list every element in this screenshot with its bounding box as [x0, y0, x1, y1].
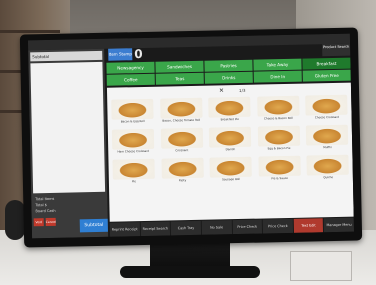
product-item[interactable]: Bacon, Cheese Tomato Roll [158, 97, 204, 127]
category-take-away[interactable]: Take Away [253, 58, 302, 71]
toolbar-button[interactable]: Cash Tray [171, 220, 201, 236]
category-breakfast[interactable]: Breakfast [302, 57, 351, 70]
product-label: Bacon & Egg Roll [120, 118, 145, 124]
category-pastries[interactable]: Pastries [204, 59, 253, 72]
product-photo [208, 96, 251, 118]
category-sandwiches[interactable]: Sandwiches [155, 60, 204, 73]
product-photo [111, 128, 155, 150]
product-label: Sausage Roll [222, 176, 241, 182]
product-label: Danish [225, 147, 236, 152]
cancel-button[interactable]: Cancel [45, 217, 56, 227]
product-label: Croissant [175, 148, 189, 153]
product-item[interactable]: Cheese & Bacon Roll [255, 95, 301, 125]
subtotal-button[interactable]: Subtotal [79, 218, 108, 233]
product-photo [306, 154, 350, 176]
void-button[interactable]: Void [33, 218, 44, 227]
toolbar-button[interactable]: Reprint Receipt [109, 222, 140, 237]
toolbar-button[interactable]: Receipt Search [140, 221, 171, 237]
product-photo [161, 157, 204, 179]
status-bar [27, 33, 351, 51]
product-item[interactable]: Cheese Croissant [304, 94, 350, 124]
product-photo [160, 127, 203, 149]
photo-scene: Subtotal Total Items Total $ Board Cash … [0, 0, 376, 285]
product-photo [111, 98, 154, 120]
product-photo [208, 126, 252, 148]
product-label: Egg & Bacon Pie [267, 145, 291, 151]
product-label: Pasty [178, 178, 187, 183]
product-items: Bacon & Egg Roll Bacon, Cheese Tomato Rol… [109, 94, 351, 188]
product-photo [209, 156, 253, 178]
product-label: Pie & Sauce [271, 175, 289, 181]
category-grid: Newsagency Sandwiches Pastries Take Away… [106, 57, 351, 86]
product-photo [258, 155, 301, 177]
page-indicator: 1/3 [238, 87, 246, 93]
product-item[interactable]: Pie [110, 158, 156, 188]
product-item[interactable]: Egg & Bacon Pie [256, 125, 302, 155]
product-grid: ✕ 1/3 Bacon & Egg Roll Bacon, Cheese Toma… [106, 82, 354, 222]
category-gluten-free[interactable]: Gluten Free [302, 69, 351, 82]
product-item[interactable]: Bacon & Egg Roll [109, 98, 155, 128]
category-teas[interactable]: Teas [155, 72, 204, 85]
pos-screen: Subtotal Total Items Total $ Board Cash … [27, 33, 355, 239]
product-item[interactable]: Croissant [158, 127, 204, 157]
product-item[interactable]: Quiche [305, 154, 351, 184]
item-stamp-button[interactable]: Item Stamp [108, 48, 133, 61]
product-item[interactable]: Sausage Roll [208, 156, 254, 186]
product-label: Bacon, Cheese Tomato Roll [162, 117, 201, 123]
toolbar-button[interactable]: Text Edit [293, 218, 324, 233]
board-cash-label: Board Cash [35, 208, 56, 214]
card-reader [5, 200, 25, 240]
order-totals: Total Items Total $ Board Cash [33, 195, 105, 217]
category-dine-in[interactable]: Dine In [253, 70, 302, 83]
order-header: Subtotal [30, 50, 103, 62]
product-label: Quiche [323, 175, 334, 180]
category-newsagency[interactable]: Newsagency [106, 61, 155, 74]
pos-monitor: Subtotal Total Items Total $ Board Cash … [19, 27, 363, 248]
product-label: Pie [131, 179, 137, 184]
product-item[interactable]: Danish [207, 126, 253, 156]
product-search-button[interactable]: Product Search [322, 43, 351, 57]
product-item[interactable]: Pasty [159, 157, 205, 187]
toolbar-button[interactable]: Price Check [262, 218, 293, 234]
product-label: Breakfast Pie [220, 116, 240, 122]
product-item[interactable]: Ham Cheese Croissant [110, 128, 156, 158]
order-panel: Subtotal Total Items Total $ Board Cash … [28, 48, 109, 239]
product-item[interactable]: Muffin [304, 124, 350, 154]
product-photo [112, 158, 155, 180]
paper-tray [290, 251, 352, 281]
toolbar-button[interactable]: Manager Menu [324, 217, 355, 233]
product-label: Cheese Croissant [314, 114, 340, 120]
quantity-display: 0 [134, 46, 143, 62]
product-label: Cheese & Bacon Roll [263, 115, 293, 121]
close-icon[interactable]: ✕ [219, 85, 224, 96]
order-list[interactable] [30, 61, 106, 194]
category-coffee[interactable]: Coffee [106, 73, 155, 86]
product-photo [305, 94, 348, 116]
category-drinks[interactable]: Drinks [204, 71, 253, 84]
product-label: Ham Cheese Croissant [117, 148, 150, 154]
product-photo [257, 125, 300, 147]
product-item[interactable]: Breakfast Pie [206, 96, 252, 126]
product-photo [306, 124, 349, 146]
toolbar-button[interactable]: Price Check [232, 219, 263, 235]
monitor-stand-base [120, 266, 260, 278]
product-photo [159, 97, 203, 119]
product-photo [256, 95, 300, 117]
toolbar-button[interactable]: No Sale [201, 220, 232, 235]
product-label: Muffin [323, 145, 332, 150]
product-item[interactable]: Pie & Sauce [256, 155, 302, 185]
